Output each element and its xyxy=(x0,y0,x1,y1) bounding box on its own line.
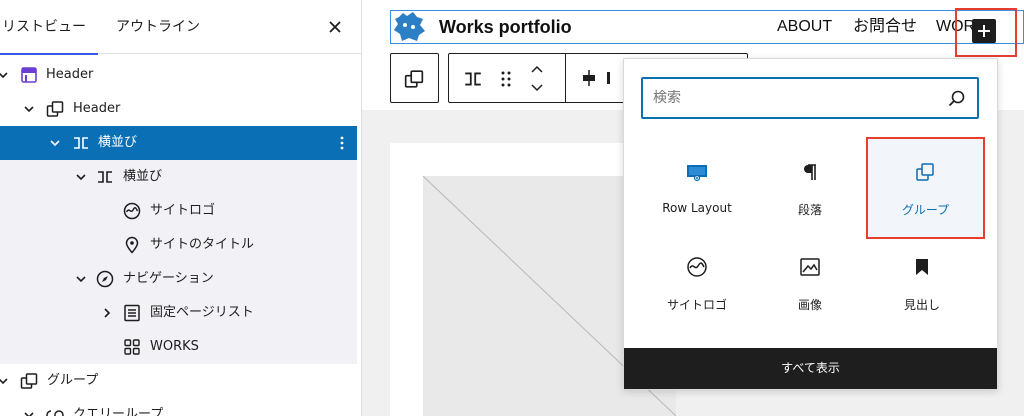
block-paragraph[interactable]: 段落 xyxy=(760,143,860,233)
image-icon xyxy=(800,258,820,276)
list-view-tabs: リストビュー アウトライン xyxy=(0,0,361,55)
drag-handle-icon[interactable] xyxy=(499,69,513,89)
list-item-page-list[interactable]: 固定ページリスト xyxy=(0,296,357,330)
block-label: 画像 xyxy=(797,298,822,312)
site-logo-icon xyxy=(687,257,707,277)
justify-left-icon[interactable] xyxy=(607,68,615,88)
list-view-panel: リストビュー アウトライン Header Header 横並び 横並び サイトロ… xyxy=(0,0,362,416)
list-item-header-template[interactable]: Header xyxy=(0,58,357,92)
chevron-down-icon[interactable] xyxy=(48,136,62,150)
site-header-block[interactable]: Works portfolio ABOUT お問合せ WOR xyxy=(390,10,1024,44)
list-item-label: クエリーループ xyxy=(73,407,164,416)
list-item-row-selected[interactable]: 横並び xyxy=(0,126,357,160)
chevron-down-icon[interactable] xyxy=(0,68,10,82)
list-item-header-group[interactable]: Header xyxy=(0,92,357,126)
close-icon[interactable] xyxy=(325,17,345,37)
paragraph-icon xyxy=(804,164,816,180)
nav-item-contact[interactable]: お問合せ xyxy=(853,11,917,43)
block-site-logo[interactable]: サイトロゴ xyxy=(647,238,747,328)
highlight-outline-group-block xyxy=(866,137,985,239)
chevron-down-icon[interactable] xyxy=(74,272,88,286)
row-icon xyxy=(74,137,88,149)
justify-center-icon[interactable] xyxy=(579,68,599,88)
chevron-down-icon[interactable] xyxy=(529,81,545,95)
show-all-button[interactable]: すべて表示 xyxy=(624,348,997,389)
list-item-label: 固定ページリスト xyxy=(150,305,254,320)
list-item-query-loop[interactable]: クエリーループ xyxy=(0,398,357,416)
tab-list-view[interactable]: リストビュー xyxy=(0,0,98,55)
chevron-down-icon[interactable] xyxy=(22,102,36,116)
parent-block-button[interactable] xyxy=(390,53,439,103)
site-title[interactable]: Works portfolio xyxy=(439,11,572,43)
list-item-label: サイトのタイトル xyxy=(150,237,255,252)
chevron-up-icon[interactable] xyxy=(529,62,545,76)
list-item-label: ナビゲーション xyxy=(123,271,214,286)
list-item-label: サイトロゴ xyxy=(150,203,216,218)
list-item-works[interactable]: WORKS xyxy=(0,330,357,364)
list-item-navigation[interactable]: ナビゲーション xyxy=(0,262,357,296)
list-item-site-title[interactable]: サイトのタイトル xyxy=(0,228,357,262)
group-icon xyxy=(46,101,64,117)
grid-icon xyxy=(124,339,140,355)
search-icon xyxy=(948,90,965,107)
compass-icon xyxy=(96,270,114,288)
list-item-label: グループ xyxy=(47,373,99,388)
chevron-down-icon[interactable] xyxy=(22,408,36,416)
toolbar-divider xyxy=(565,54,566,102)
block-label: 見出し xyxy=(903,298,940,312)
chevron-down-icon[interactable] xyxy=(0,374,10,388)
chevron-right-icon[interactable] xyxy=(100,306,114,320)
block-image[interactable]: 画像 xyxy=(760,238,860,328)
block-heading[interactable]: 見出し xyxy=(872,238,972,328)
map-marker-icon xyxy=(125,236,139,254)
list-item-label: 横並び xyxy=(123,169,163,184)
list-item-label: 横並び xyxy=(98,135,138,150)
page-list-icon xyxy=(124,304,140,322)
more-options-icon[interactable] xyxy=(334,135,350,151)
list-item-label: WORKS xyxy=(150,339,199,354)
block-label: 段落 xyxy=(797,203,822,217)
row-layout-icon xyxy=(687,165,707,182)
loop-icon xyxy=(46,410,64,416)
block-label: Row Layout xyxy=(662,201,732,215)
site-logo-icon[interactable] xyxy=(393,11,427,42)
block-search[interactable] xyxy=(641,77,979,119)
group-icon xyxy=(404,70,424,88)
highlight-outline-add-button xyxy=(955,8,1017,57)
chevron-down-icon[interactable] xyxy=(74,170,88,184)
search-input[interactable] xyxy=(653,85,933,111)
list-item-label: Header xyxy=(46,67,94,82)
block-row-layout[interactable]: Row Layout xyxy=(647,143,747,233)
list-item-site-logo[interactable]: サイトロゴ xyxy=(0,194,357,228)
template-part-icon xyxy=(21,67,37,83)
list-item-row[interactable]: 横並び xyxy=(0,160,357,194)
tab-outline[interactable]: アウトライン xyxy=(116,0,216,54)
list-item-group[interactable]: グループ xyxy=(0,364,357,398)
row-icon[interactable] xyxy=(463,69,483,89)
row-icon xyxy=(98,171,112,183)
list-item-label: Header xyxy=(73,101,121,116)
block-label: サイトロゴ xyxy=(666,298,727,312)
nav-item-about[interactable]: ABOUT xyxy=(777,11,832,43)
site-logo-icon xyxy=(123,202,141,220)
bookmark-icon xyxy=(916,259,928,275)
group-icon xyxy=(20,373,38,389)
